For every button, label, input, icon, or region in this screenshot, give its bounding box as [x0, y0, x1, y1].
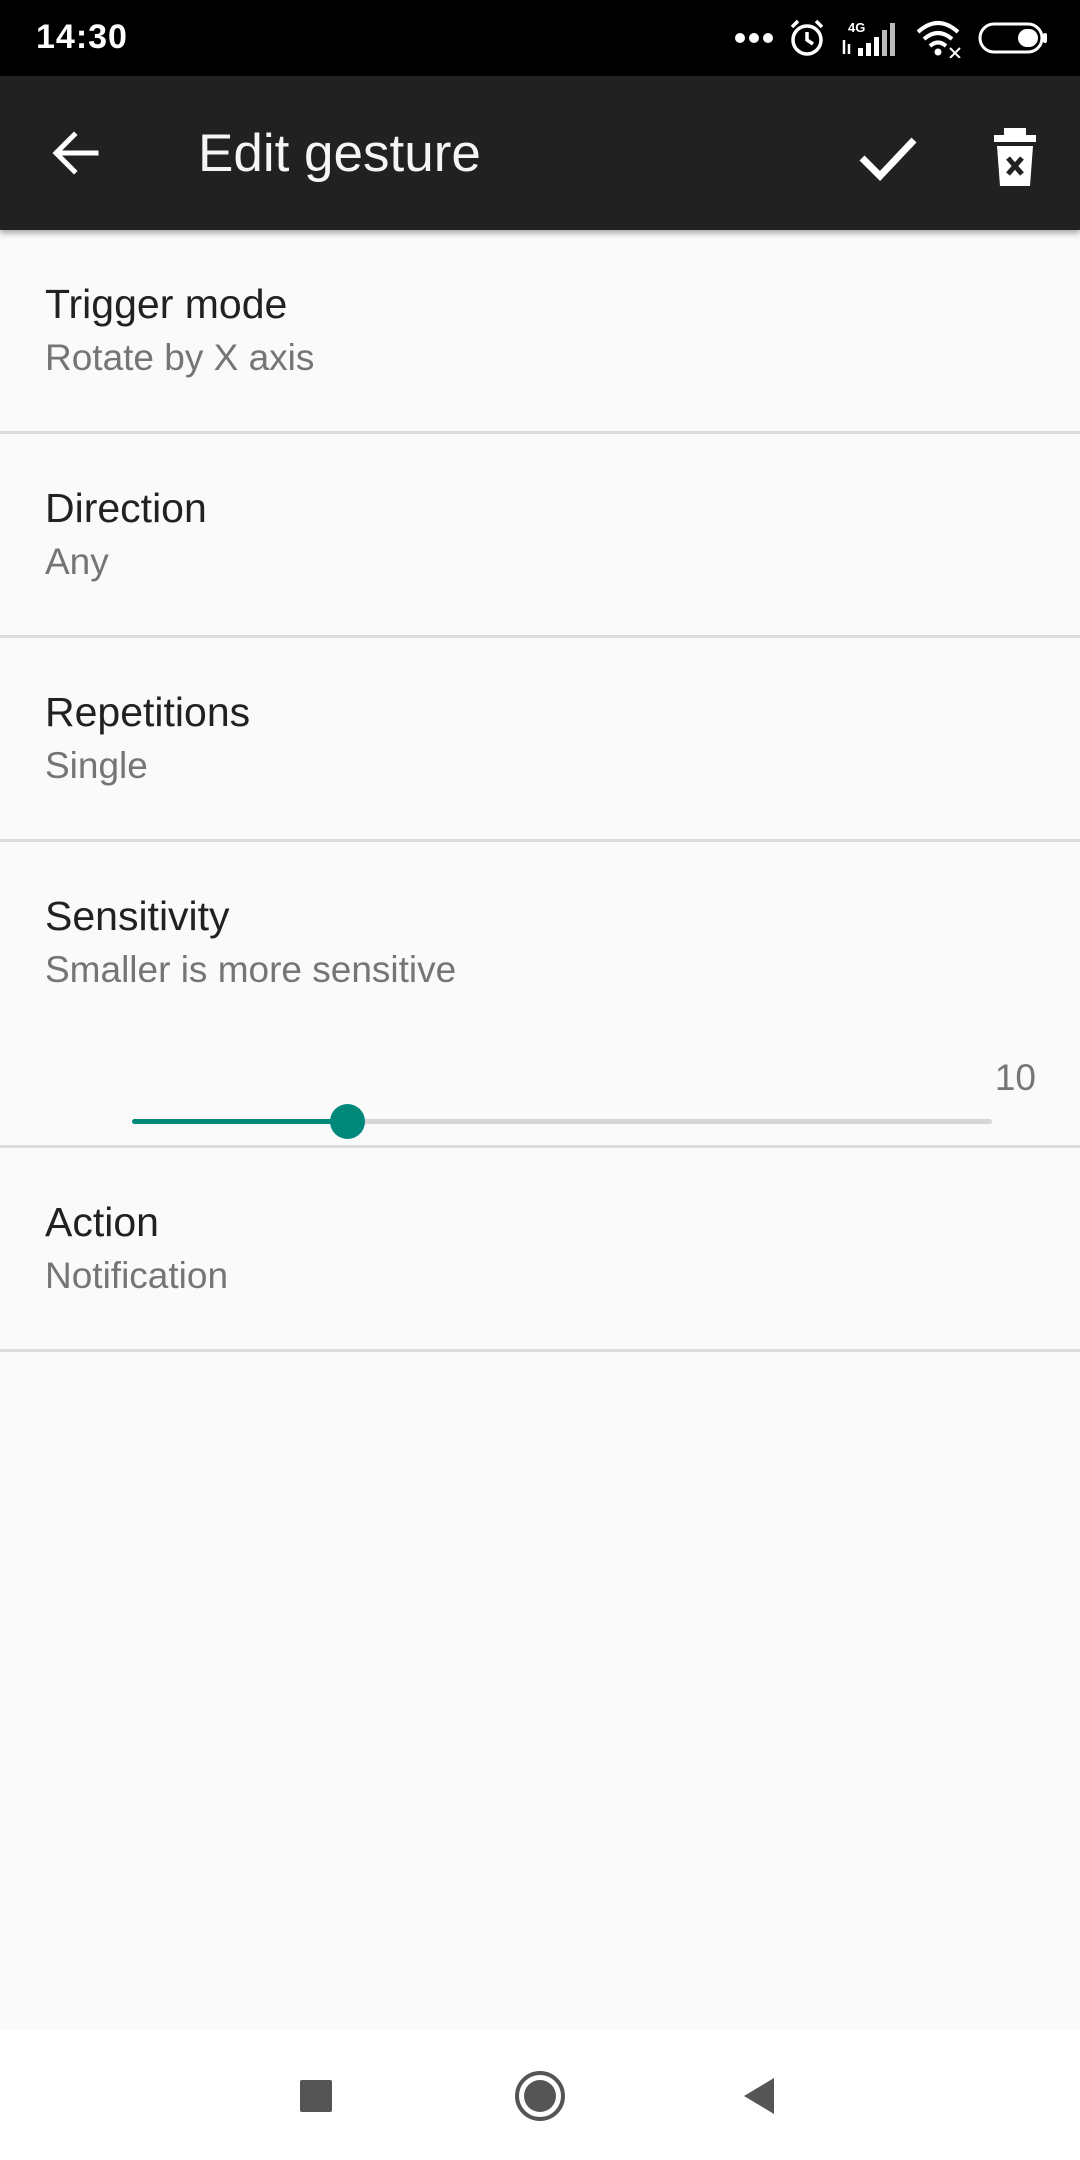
status-time: 14:30: [36, 18, 128, 56]
repetitions-label: Repetitions: [45, 689, 251, 735]
sensitivity-setting: Sensitivity Smaller is more sensitive 10: [0, 842, 1080, 1148]
alarm-icon: [790, 19, 824, 56]
sensitivity-slider[interactable]: [132, 1104, 992, 1139]
repetitions-setting[interactable]: Repetitions Single: [0, 638, 1080, 842]
navigation-bar: [0, 2030, 1080, 2160]
delete-icon[interactable]: [980, 116, 1050, 196]
sensitivity-slider-thumb[interactable]: [330, 1104, 365, 1139]
sensitivity-slider-value: 10: [994, 1057, 1036, 1098]
direction-setting[interactable]: Direction Any: [0, 434, 1080, 638]
recents-square-icon[interactable]: [286, 2066, 346, 2126]
back-triangle-icon[interactable]: [730, 2066, 790, 2126]
check-icon[interactable]: [848, 116, 928, 196]
status-bar: 14:30 4G: [0, 0, 1080, 76]
signal-icon: 4G: [842, 20, 895, 56]
sensitivity-description: Smaller is more sensitive: [45, 949, 457, 990]
page-title: Edit gesture: [198, 124, 481, 183]
direction-label: Direction: [45, 485, 207, 531]
home-circle-icon[interactable]: [510, 2066, 570, 2126]
wifi-icon: [916, 21, 961, 58]
sensitivity-slider-fill: [132, 1119, 347, 1124]
action-value: Notification: [45, 1255, 229, 1296]
trigger-mode-setting[interactable]: Trigger mode Rotate by X axis: [0, 230, 1080, 434]
network-type-label: 4G: [848, 20, 865, 35]
more-dots-icon: [735, 33, 773, 43]
sensitivity-label: Sensitivity: [45, 893, 230, 939]
repetitions-value: Single: [45, 745, 148, 786]
action-setting[interactable]: Action Notification: [0, 1148, 1080, 1352]
app-bar: Edit gesture: [0, 76, 1080, 230]
battery-icon: [978, 22, 1047, 54]
trigger-mode-value: Rotate by X axis: [45, 337, 315, 378]
status-icons: 4G: [734, 14, 1048, 62]
settings-list: Trigger mode Rotate by X axis Direction …: [0, 230, 1080, 1352]
direction-value: Any: [45, 541, 109, 582]
back-arrow-icon[interactable]: [44, 121, 108, 185]
action-label: Action: [45, 1199, 159, 1245]
trigger-mode-label: Trigger mode: [45, 281, 288, 327]
